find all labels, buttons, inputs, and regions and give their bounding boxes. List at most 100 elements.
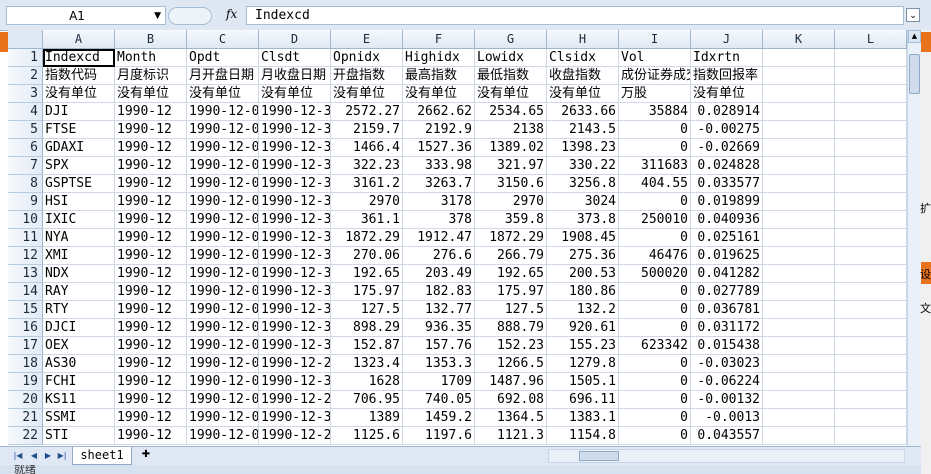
cell-l20[interactable] — [835, 391, 907, 409]
row-header[interactable]: 14 — [8, 283, 43, 301]
cell-f20[interactable]: 740.05 — [403, 391, 475, 409]
cell-j19[interactable]: -0.06224 — [691, 373, 763, 391]
cell-h10[interactable]: 373.8 — [547, 211, 619, 229]
cell-k2[interactable] — [763, 67, 835, 85]
cell-g2[interactable]: 最低指数 — [475, 67, 547, 85]
cell-c9[interactable]: 1990-12-03 — [187, 193, 259, 211]
formula-input[interactable]: Indexcd — [246, 6, 904, 25]
cell-h18[interactable]: 1279.8 — [547, 355, 619, 373]
cell-a9[interactable]: HSI — [43, 193, 115, 211]
cell-c17[interactable]: 1990-12-03 — [187, 337, 259, 355]
cell-e2[interactable]: 开盘指数 — [331, 67, 403, 85]
cell-e19[interactable]: 1628 — [331, 373, 403, 391]
spreadsheet-grid[interactable]: A B C D E F G H I J K L 1 Indexcd Month Opdt Clsdt Opnidx… — [8, 30, 907, 446]
row-header[interactable]: 19 — [8, 373, 43, 391]
cell-d13[interactable]: 1990-12-31 — [259, 265, 331, 283]
cell-j8[interactable]: 0.033577 — [691, 175, 763, 193]
cell-i4[interactable]: 35884 — [619, 103, 691, 121]
select-all-corner[interactable] — [8, 30, 43, 49]
cell-a2[interactable]: 指数代码 — [43, 67, 115, 85]
cell-g16[interactable]: 888.79 — [475, 319, 547, 337]
column-header-h[interactable]: H — [547, 30, 619, 49]
row-header[interactable]: 12 — [8, 247, 43, 265]
chevron-down-icon[interactable]: ▼ — [154, 7, 161, 26]
cell-d15[interactable]: 1990-12-31 — [259, 301, 331, 319]
cell-f9[interactable]: 3178 — [403, 193, 475, 211]
cell-g18[interactable]: 1266.5 — [475, 355, 547, 373]
cell-e12[interactable]: 270.06 — [331, 247, 403, 265]
cell-a13[interactable]: NDX — [43, 265, 115, 283]
cell-h7[interactable]: 330.22 — [547, 157, 619, 175]
cell-b20[interactable]: 1990-12 — [115, 391, 187, 409]
cell-i5[interactable]: 0 — [619, 121, 691, 139]
cell-b1[interactable]: Month — [115, 49, 187, 67]
cell-h6[interactable]: 1398.23 — [547, 139, 619, 157]
cell-f22[interactable]: 1197.6 — [403, 427, 475, 445]
row-header[interactable]: 9 — [8, 193, 43, 211]
cell-e5[interactable]: 2159.7 — [331, 121, 403, 139]
cell-g20[interactable]: 692.08 — [475, 391, 547, 409]
cell-e4[interactable]: 2572.27 — [331, 103, 403, 121]
cell-k21[interactable] — [763, 409, 835, 427]
cell-i3[interactable]: 万股 — [619, 85, 691, 103]
cell-e22[interactable]: 1125.6 — [331, 427, 403, 445]
cell-c2[interactable]: 月开盘日期 — [187, 67, 259, 85]
cell-k3[interactable] — [763, 85, 835, 103]
cell-i16[interactable]: 0 — [619, 319, 691, 337]
cell-d19[interactable]: 1990-12-31 — [259, 373, 331, 391]
cell-i6[interactable]: 0 — [619, 139, 691, 157]
cell-j17[interactable]: 0.015438 — [691, 337, 763, 355]
cell-d6[interactable]: 1990-12-31 — [259, 139, 331, 157]
cell-d21[interactable]: 1990-12-31 — [259, 409, 331, 427]
cell-a5[interactable]: FTSE — [43, 121, 115, 139]
cell-f14[interactable]: 182.83 — [403, 283, 475, 301]
cell-l3[interactable] — [835, 85, 907, 103]
cell-g9[interactable]: 2970 — [475, 193, 547, 211]
cell-j20[interactable]: -0.00132 — [691, 391, 763, 409]
cell-j1[interactable]: Idxrtn — [691, 49, 763, 67]
cell-f6[interactable]: 1527.36 — [403, 139, 475, 157]
cell-l21[interactable] — [835, 409, 907, 427]
cell-b9[interactable]: 1990-12 — [115, 193, 187, 211]
cell-b11[interactable]: 1990-12 — [115, 229, 187, 247]
cell-e8[interactable]: 3161.2 — [331, 175, 403, 193]
row-header[interactable]: 15 — [8, 301, 43, 319]
row-header[interactable]: 21 — [8, 409, 43, 427]
cell-a8[interactable]: GSPTSE — [43, 175, 115, 193]
cell-d3[interactable]: 没有单位 — [259, 85, 331, 103]
cell-f12[interactable]: 276.6 — [403, 247, 475, 265]
cell-j18[interactable]: -0.03023 — [691, 355, 763, 373]
row-header[interactable]: 5 — [8, 121, 43, 139]
cell-h1[interactable]: Clsidx — [547, 49, 619, 67]
cell-l17[interactable] — [835, 337, 907, 355]
cell-j14[interactable]: 0.027789 — [691, 283, 763, 301]
cell-k9[interactable] — [763, 193, 835, 211]
horizontal-scrollbar[interactable] — [548, 449, 905, 463]
cell-f11[interactable]: 1912.47 — [403, 229, 475, 247]
cell-b2[interactable]: 月度标识 — [115, 67, 187, 85]
cell-c8[interactable]: 1990-12-03 — [187, 175, 259, 193]
cell-i21[interactable]: 0 — [619, 409, 691, 427]
column-header-b[interactable]: B — [115, 30, 187, 49]
cell-h8[interactable]: 3256.8 — [547, 175, 619, 193]
cell-l4[interactable] — [835, 103, 907, 121]
cell-a3[interactable]: 没有单位 — [43, 85, 115, 103]
column-header-l[interactable]: L — [835, 30, 907, 49]
scroll-up-button[interactable]: ▲ — [908, 30, 921, 43]
cell-i20[interactable]: 0 — [619, 391, 691, 409]
row-header[interactable]: 18 — [8, 355, 43, 373]
cell-h14[interactable]: 180.86 — [547, 283, 619, 301]
cell-g1[interactable]: Lowidx — [475, 49, 547, 67]
cell-a7[interactable]: SPX — [43, 157, 115, 175]
cell-i2[interactable]: 成份证券成交 — [619, 67, 691, 85]
cell-h17[interactable]: 155.23 — [547, 337, 619, 355]
cell-a14[interactable]: RAY — [43, 283, 115, 301]
cell-k4[interactable] — [763, 103, 835, 121]
cell-g12[interactable]: 266.79 — [475, 247, 547, 265]
cell-j4[interactable]: 0.028914 — [691, 103, 763, 121]
cell-k7[interactable] — [763, 157, 835, 175]
cell-i14[interactable]: 0 — [619, 283, 691, 301]
first-sheet-icon[interactable]: |◀ — [12, 450, 24, 462]
cell-i8[interactable]: 404.55 — [619, 175, 691, 193]
cell-g13[interactable]: 192.65 — [475, 265, 547, 283]
